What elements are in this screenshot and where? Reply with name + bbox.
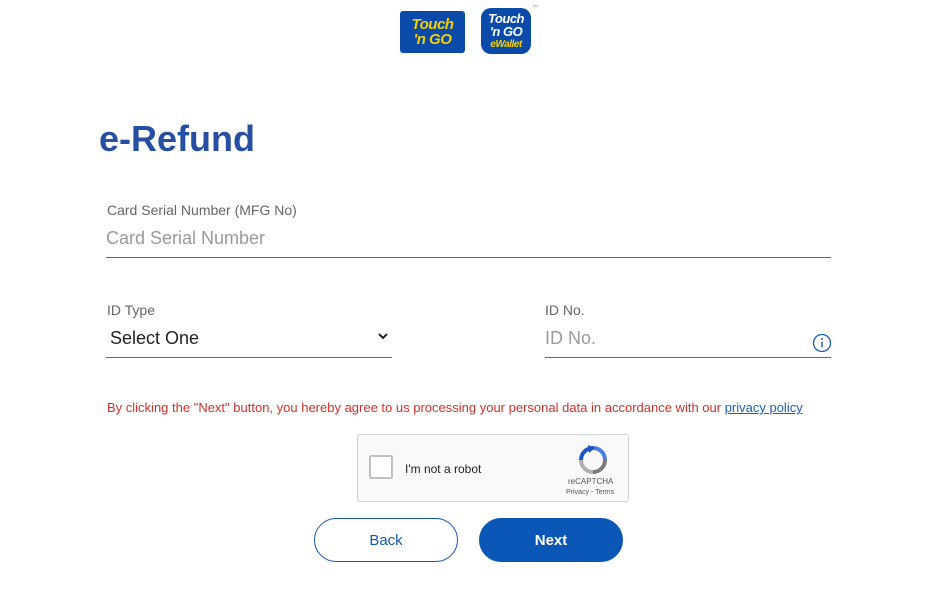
trademark-mark: ™	[532, 5, 538, 11]
page-title: e-Refund	[99, 118, 255, 159]
recaptcha-logo-icon	[579, 445, 607, 474]
recaptcha-label: I'm not a robot	[405, 462, 482, 476]
id-type-label: ID Type	[107, 302, 155, 318]
next-button[interactable]: Next	[479, 518, 623, 562]
id-no-input[interactable]	[545, 328, 831, 358]
logo-ewallet-line2: 'n GO	[489, 24, 523, 39]
id-type-selected-value: Select One	[110, 328, 200, 348]
recaptcha-privacy-link[interactable]: Privacy	[566, 489, 589, 496]
logo-tng-line2: 'n GO	[413, 31, 452, 48]
consent-text: By clicking the "Next" button, you hereb…	[107, 400, 803, 415]
chevron-down-icon	[378, 333, 388, 340]
recaptcha-brand: reCAPTCHA	[568, 477, 614, 486]
recaptcha-widget: I'm not a robot reCAPTCHA Privacy - Term…	[357, 434, 629, 502]
info-icon[interactable]	[812, 333, 832, 353]
back-button[interactable]: Back	[314, 518, 458, 562]
logo-tng-line1: Touch	[411, 16, 454, 33]
consent-statement: By clicking the "Next" button, you hereb…	[107, 400, 725, 415]
privacy-policy-link[interactable]: privacy policy	[725, 400, 803, 415]
recaptcha-checkbox[interactable]	[369, 455, 393, 479]
card-serial-label: Card Serial Number (MFG No)	[107, 202, 297, 218]
recaptcha-terms-link[interactable]: Terms	[595, 489, 614, 496]
touch-n-go-ewallet-logo: Touch 'n GO eWallet	[481, 8, 531, 54]
recaptcha-links: Privacy - Terms	[566, 489, 614, 496]
touch-n-go-logo: Touch 'n GO	[400, 11, 465, 53]
logo-ewallet-line3: eWallet	[490, 39, 522, 50]
id-type-select[interactable]: Select One	[106, 325, 392, 358]
card-serial-input[interactable]	[106, 228, 831, 258]
id-no-label: ID No.	[545, 302, 585, 318]
